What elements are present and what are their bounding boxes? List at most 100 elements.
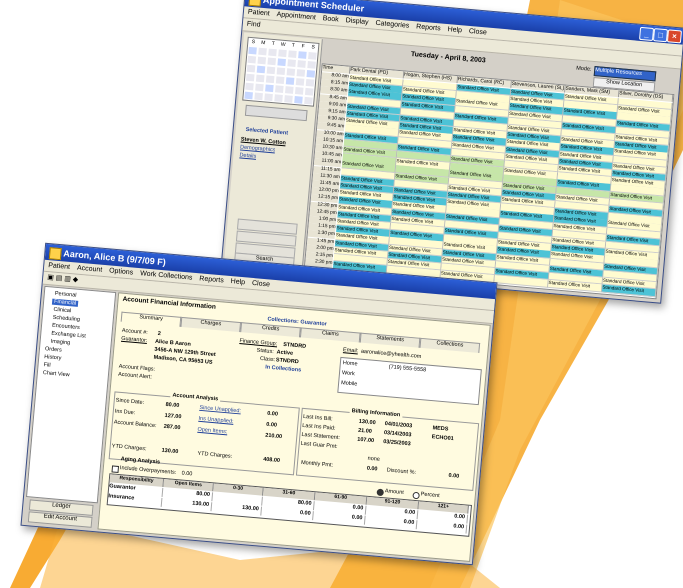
calendar-date-cell[interactable] — [294, 87, 304, 95]
menu-item-options[interactable]: Options — [109, 267, 134, 276]
tab-statements[interactable]: Statements — [359, 332, 421, 348]
include-overpayments-checkbox[interactable] — [111, 465, 120, 474]
calendar-date-cell[interactable] — [286, 68, 296, 76]
phone-table: Home (719) 555-5558 Work Mobile — [337, 356, 482, 406]
calendar-date-cell[interactable] — [288, 50, 297, 58]
calendar-date-cell[interactable] — [247, 55, 257, 64]
tree-item-history[interactable]: History — [42, 354, 64, 362]
calendar-date-cell[interactable] — [284, 95, 293, 103]
app-icon — [248, 0, 262, 7]
calendar-day-header: W — [280, 41, 286, 49]
calendar-date-cell[interactable] — [304, 96, 313, 105]
calendar-date-cell[interactable] — [257, 56, 267, 65]
menu-item-book[interactable]: Book — [322, 15, 339, 23]
menu-item-patient[interactable]: Patient — [248, 9, 270, 18]
calendar-date-cell[interactable] — [287, 59, 296, 67]
calendar-date-cell[interactable] — [254, 92, 263, 101]
calendar-date-cell[interactable] — [265, 84, 274, 93]
calendar-date-cell[interactable] — [275, 76, 285, 85]
percent-radio[interactable] — [412, 491, 420, 500]
overpay-value: 0.00 — [181, 470, 193, 478]
calendar-date-cell[interactable] — [245, 82, 254, 91]
tree-item-personal[interactable]: Personal — [53, 291, 79, 299]
close-icon[interactable]: × — [666, 29, 682, 44]
patient-link-details[interactable]: Details — [239, 152, 256, 160]
calendar-date-cell[interactable] — [255, 74, 265, 83]
tree-item-imaging[interactable]: Imaging — [48, 338, 72, 347]
account-number-value: 2 — [157, 330, 162, 338]
calendar-date-cell[interactable] — [266, 66, 276, 75]
calendar-date-cell[interactable] — [285, 77, 295, 85]
tab-claims[interactable]: Claims — [299, 327, 361, 343]
calendar-date-cell[interactable] — [267, 57, 277, 66]
calendar-date-cell[interactable] — [258, 47, 267, 56]
menu-item-help[interactable]: Help — [230, 278, 245, 286]
menu-item-close[interactable]: Close — [469, 28, 487, 37]
analysis-value: 210.00 — [265, 432, 283, 441]
menu-item-categories[interactable]: Categories — [375, 20, 409, 30]
discount-value: 0.00 — [448, 472, 460, 480]
analysis-value: 287.00 — [163, 423, 181, 432]
toolbar-icons[interactable]: ▣ ▤ ▥ ◆ — [47, 274, 79, 284]
calendar-date-cell[interactable] — [256, 65, 266, 74]
calendar-date-cell[interactable] — [246, 64, 256, 73]
billing-amount: 21.00 — [357, 427, 373, 435]
calendar-date-cell[interactable] — [297, 60, 306, 68]
calendar-date-cell[interactable] — [304, 87, 314, 96]
calendar-date-cell[interactable] — [278, 49, 287, 58]
analysis-value: 0.00 — [265, 421, 278, 429]
tree-item-financial[interactable]: Financial — [51, 298, 79, 307]
calendar-date-cell[interactable] — [244, 91, 253, 100]
calendar-date-cell[interactable] — [245, 73, 255, 82]
calendar-date-cell[interactable] — [294, 96, 303, 104]
calendar-date-cell[interactable] — [248, 46, 257, 55]
menu-item-account[interactable]: Account — [77, 265, 103, 274]
menu-item-patient[interactable]: Patient — [48, 262, 70, 271]
calendar-date-cell[interactable] — [306, 69, 316, 78]
analysis-label: Since Date: — [115, 397, 145, 406]
minimize-icon[interactable]: _ — [639, 26, 655, 42]
calendar-date-cell[interactable] — [307, 61, 316, 69]
tree-item-clinical[interactable]: Clinical — [51, 307, 73, 315]
calendar-date-cell[interactable] — [255, 83, 264, 92]
tree-item-scheduling[interactable]: Scheduling — [50, 315, 82, 324]
calendar-date-cell[interactable] — [276, 67, 286, 76]
tab-charges[interactable]: Charges — [180, 316, 242, 333]
calendar-date-cell[interactable] — [285, 86, 294, 94]
selected-patient-heading: Selected Patient — [245, 126, 289, 137]
maximize-icon[interactable]: □ — [652, 28, 669, 43]
app-icon — [48, 247, 62, 261]
email-label: Email: — [342, 347, 359, 355]
today-button[interactable] — [244, 104, 308, 122]
find-button[interactable]: Find — [247, 21, 261, 29]
amount-label: Amount — [384, 488, 405, 496]
amount-radio[interactable] — [376, 488, 385, 497]
tree-item-fill[interactable]: Fill — [41, 362, 53, 369]
menu-item-reports[interactable]: Reports — [199, 275, 224, 284]
calendar-date-cell[interactable] — [274, 94, 283, 102]
calendar-date-cell[interactable] — [308, 52, 317, 60]
calendar-date-cell[interactable] — [298, 51, 307, 59]
menu-item-appointment[interactable]: Appointment — [276, 11, 316, 21]
calendar-date-cell[interactable] — [264, 93, 273, 102]
tree-item-chart-view[interactable]: Chart View — [41, 370, 72, 379]
menu-item-display[interactable]: Display — [345, 17, 368, 26]
calendar-date-cell[interactable] — [305, 78, 315, 87]
calendar-date-cell[interactable] — [295, 78, 305, 86]
mini-calendar[interactable]: SMTWTFS — [242, 36, 320, 107]
calendar-date-cell[interactable] — [268, 48, 277, 57]
calendar-date-cell[interactable] — [296, 69, 306, 77]
calendar-date-cell[interactable] — [265, 75, 275, 84]
tree-item-orders[interactable]: Orders — [43, 346, 64, 354]
analysis-label: Ins Due: — [114, 408, 136, 417]
menu-item-reports[interactable]: Reports — [416, 23, 441, 32]
calendar-date-cell[interactable] — [275, 85, 284, 93]
tab-collections[interactable]: Collections — [419, 337, 481, 354]
financial-panel: Account Financial Information Collection… — [97, 292, 491, 562]
menu-item-close[interactable]: Close — [252, 280, 270, 289]
billing-label: Last Ins Bill: — [302, 413, 333, 423]
tab-summary[interactable]: Summary — [120, 311, 182, 327]
analysis-value: 0.00 — [266, 410, 279, 418]
calendar-date-cell[interactable] — [277, 58, 286, 67]
menu-item-help[interactable]: Help — [447, 26, 462, 34]
